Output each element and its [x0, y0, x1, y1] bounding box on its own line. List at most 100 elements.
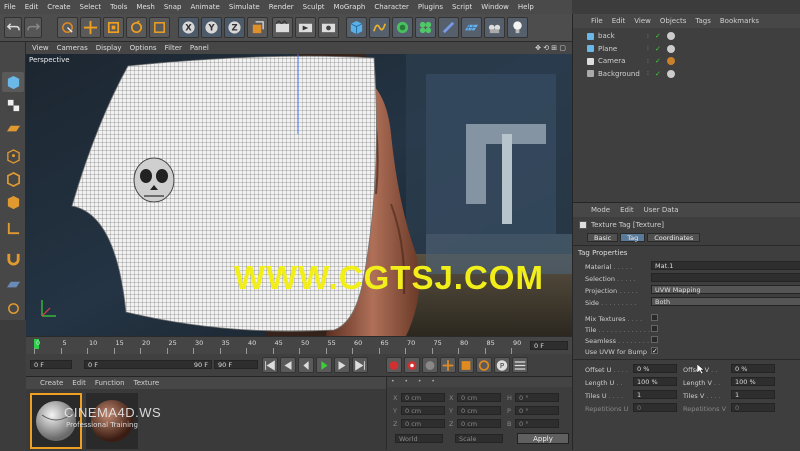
edges-mode-icon[interactable]	[2, 169, 24, 189]
object-manager-menu-item[interactable]: File	[591, 17, 603, 25]
use-uvw-bump-checkbox[interactable]: ✓	[651, 347, 658, 355]
menu-item[interactable]: Snap	[164, 3, 182, 11]
start-frame-field[interactable]: 0 F	[30, 360, 72, 369]
polygons-mode-icon[interactable]	[2, 192, 24, 212]
enable-check-icon[interactable]: ✓	[655, 57, 661, 65]
coord-value-field[interactable]: 0 cm	[401, 393, 445, 402]
go-to-end-icon[interactable]	[352, 357, 368, 373]
points-mode-icon[interactable]	[2, 146, 24, 166]
material-menu-item[interactable]: Edit	[72, 379, 86, 387]
camera-icon[interactable]	[484, 17, 505, 38]
attribute-menu-item[interactable]: User Data	[644, 206, 679, 214]
object-name[interactable]: Camera	[598, 57, 625, 65]
visibility-dots-icon[interactable]: ⁝	[647, 58, 649, 65]
length-v-field[interactable]: 100 %	[731, 377, 775, 386]
cloner-icon[interactable]	[415, 17, 436, 38]
viewport-menu-item[interactable]: Options	[130, 44, 157, 52]
deformer-icon[interactable]	[438, 17, 459, 38]
material-menu-item[interactable]: Create	[40, 379, 63, 387]
lock-workplane-icon[interactable]	[2, 298, 24, 318]
menu-item[interactable]: Character	[374, 3, 409, 11]
selection-field[interactable]	[651, 273, 800, 282]
coord-value-field[interactable]: 0 cm	[457, 406, 501, 415]
object-row[interactable]: Plane ⁝ ✓	[573, 43, 800, 56]
object-manager-menu-item[interactable]: Objects	[660, 17, 686, 25]
material-tag-icon[interactable]	[667, 69, 675, 78]
object-name[interactable]: Plane	[598, 45, 617, 53]
material-tag-icon[interactable]	[667, 44, 675, 53]
length-u-field[interactable]: 100 %	[633, 377, 677, 386]
tile-checkbox[interactable]	[651, 325, 658, 332]
menu-item[interactable]: Tools	[110, 3, 127, 11]
scale-select[interactable]: Scale	[455, 434, 503, 443]
object-manager-menu-item[interactable]: Bookmarks	[720, 17, 759, 25]
material-menu-item[interactable]: Function	[95, 379, 125, 387]
tiles-v-field[interactable]: 1	[731, 390, 775, 399]
redo-icon[interactable]	[24, 17, 42, 38]
play-backwards-icon[interactable]	[298, 357, 314, 373]
menu-item[interactable]: MoGraph	[334, 3, 366, 11]
menu-item[interactable]: Script	[452, 3, 472, 11]
projection-select[interactable]: UVW Mapping	[651, 285, 800, 294]
rotation-key-icon[interactable]	[476, 357, 492, 373]
viewport-nav-icons[interactable]: ✥ ⟲ ⊞ ▢	[535, 44, 566, 52]
y-axis-lock-icon[interactable]: Y	[201, 17, 222, 38]
visibility-dots-icon[interactable]: ⁝	[647, 70, 649, 77]
visibility-dots-icon[interactable]: ⁝	[647, 33, 649, 40]
prev-key-icon[interactable]	[280, 357, 296, 373]
play-icon[interactable]	[316, 357, 332, 373]
viewport-menu-item[interactable]: Display	[96, 44, 122, 52]
z-axis-lock-icon[interactable]: Z	[224, 17, 245, 38]
material-field[interactable]: Mat.1	[651, 261, 800, 270]
menu-item[interactable]: Mesh	[136, 3, 154, 11]
render-settings-icon[interactable]	[318, 17, 339, 38]
menu-item[interactable]: Edit	[25, 3, 39, 11]
coord-value-field[interactable]: 0 cm	[457, 419, 501, 428]
x-axis-lock-icon[interactable]: X	[178, 17, 199, 38]
next-key-icon[interactable]	[334, 357, 350, 373]
perspective-viewport[interactable]: Perspective WWW.CGTSJ.COM	[26, 54, 572, 336]
recent-tools-icon[interactable]	[149, 17, 170, 38]
world-select[interactable]: World	[395, 434, 443, 443]
coord-value-field[interactable]: 0 cm	[457, 393, 501, 402]
object-row[interactable]: back ⁝ ✓	[573, 30, 800, 43]
mix-textures-checkbox[interactable]	[651, 314, 658, 321]
workplane-icon[interactable]	[2, 118, 24, 138]
cube-icon[interactable]	[346, 17, 367, 38]
viewport-menu-item[interactable]: Filter	[165, 44, 182, 52]
viewport-menu-item[interactable]: Cameras	[57, 44, 88, 52]
attribute-menu-item[interactable]: Mode	[591, 206, 610, 214]
tiles-u-field[interactable]: 1	[633, 390, 677, 399]
offset-u-field[interactable]: 0 %	[633, 364, 677, 373]
light-icon[interactable]	[507, 17, 528, 38]
coord-value-field[interactable]: 0 °	[515, 406, 559, 415]
max-frame-field[interactable]: 90 F	[214, 360, 258, 369]
move-icon[interactable]	[80, 17, 101, 38]
menu-item[interactable]: Plugins	[418, 3, 443, 11]
spline-pen-icon[interactable]	[369, 17, 390, 38]
seamless-checkbox[interactable]	[651, 336, 658, 343]
attribute-tab[interactable]: Coordinates	[647, 233, 701, 242]
viewport-menu-item[interactable]: View	[32, 44, 49, 52]
attribute-tab[interactable]: Basic	[587, 233, 619, 242]
material-menu-item[interactable]: Texture	[134, 379, 160, 387]
object-manager-menu-item[interactable]: Tags	[695, 17, 711, 25]
menu-item[interactable]: Select	[80, 3, 102, 11]
enable-check-icon[interactable]: ✓	[655, 70, 661, 78]
object-row[interactable]: Camera ⁝ ✓	[573, 55, 800, 68]
coord-value-field[interactable]: 0 °	[515, 393, 559, 402]
subdivision-surface-icon[interactable]	[392, 17, 413, 38]
side-select[interactable]: Both	[651, 297, 800, 306]
go-to-start-icon[interactable]	[262, 357, 278, 373]
enable-check-icon[interactable]: ✓	[655, 32, 661, 40]
object-row[interactable]: Background ⁝ ✓	[573, 68, 800, 81]
menu-item[interactable]: Sculpt	[303, 3, 325, 11]
live-select-icon[interactable]	[57, 17, 78, 38]
enable-check-icon[interactable]: ✓	[655, 45, 661, 53]
object-manager-menu-item[interactable]: Edit	[612, 17, 626, 25]
parameter-key-icon[interactable]: P	[494, 357, 510, 373]
floor-icon[interactable]	[461, 17, 482, 38]
attribute-menu-item[interactable]: Edit	[620, 206, 634, 214]
menu-item[interactable]: Create	[47, 3, 70, 11]
scale-icon[interactable]	[103, 17, 124, 38]
